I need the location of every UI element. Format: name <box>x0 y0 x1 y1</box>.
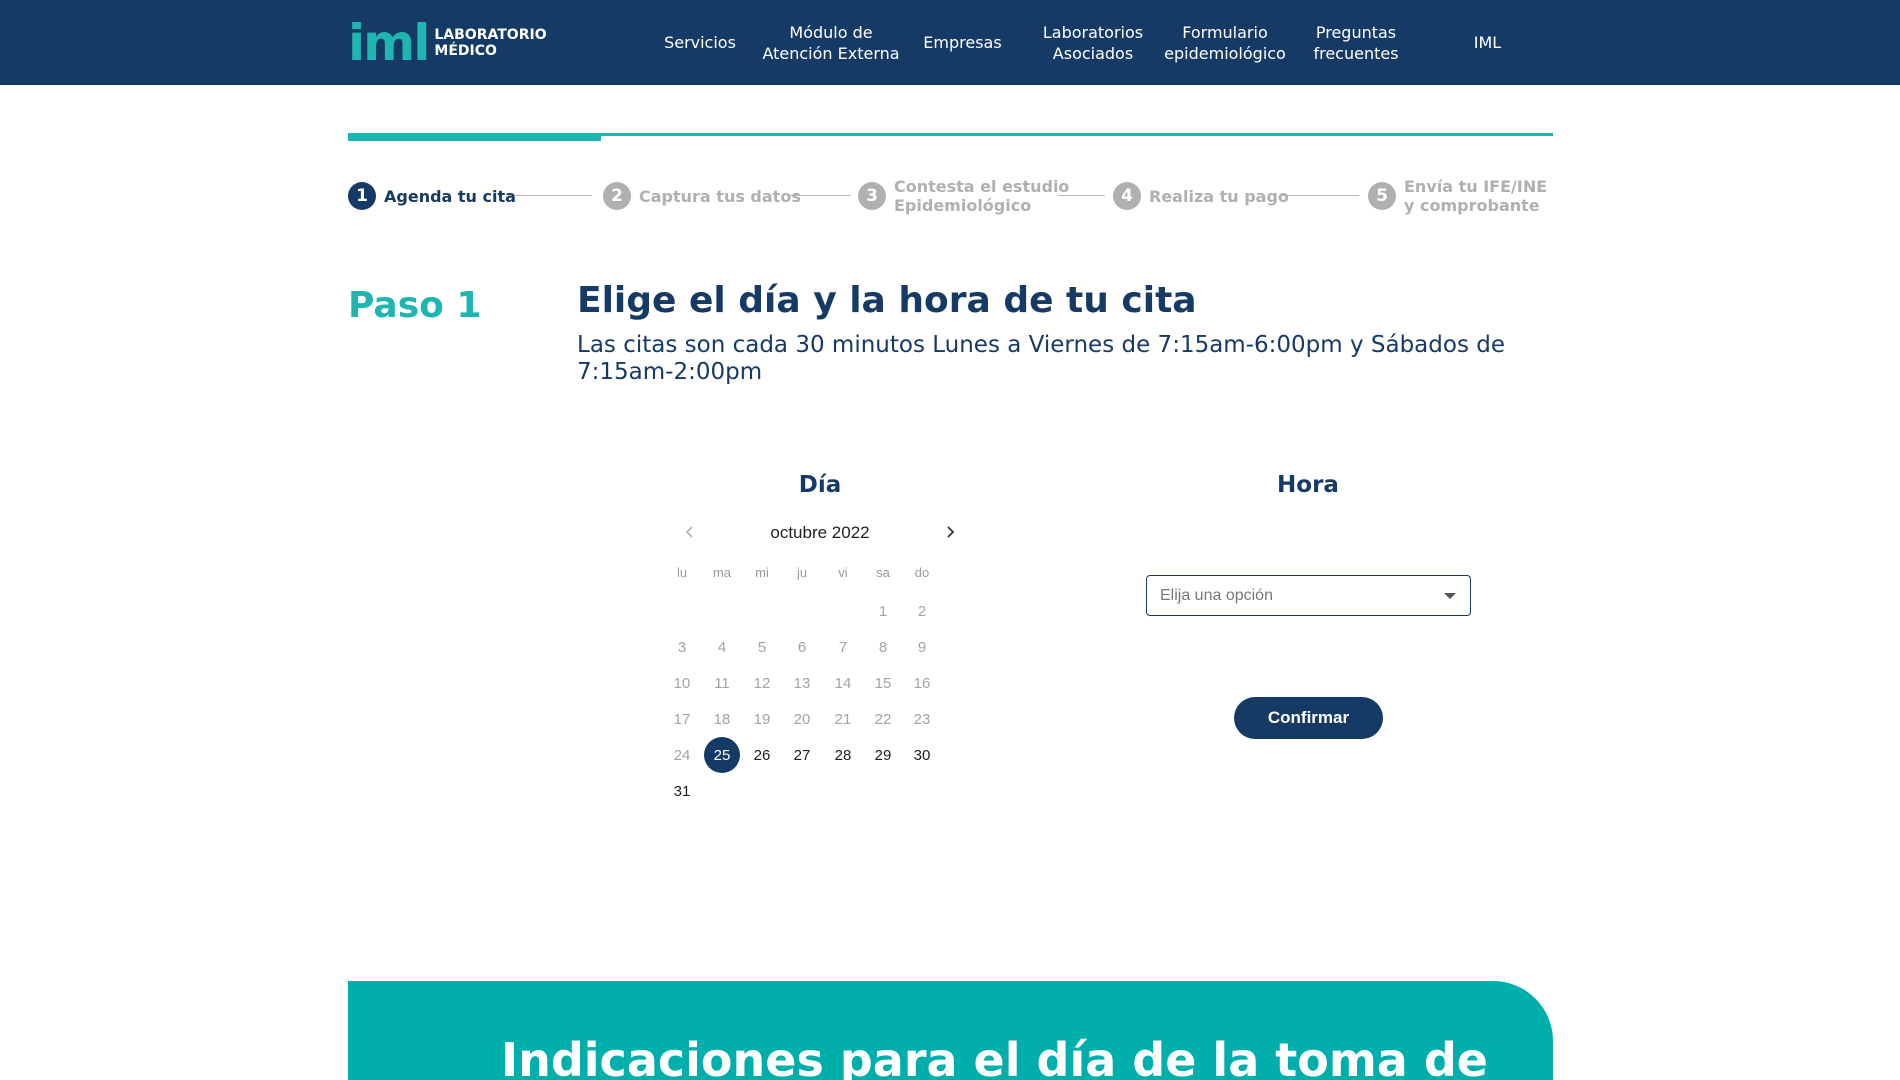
calendar-day: 4 <box>717 638 727 656</box>
weekday-label: ma <box>712 565 732 580</box>
step-label: Agenda tu cita <box>384 186 516 206</box>
calendar-day: 23 <box>913 710 931 728</box>
calendar-day[interactable]: 31 <box>664 773 700 809</box>
page-title: Elige el día y la hora de tu cita <box>577 280 1197 321</box>
schedule-description: Las citas son cada 30 minutos Lunes a Vi… <box>577 332 1505 385</box>
calendar-day: 16 <box>913 674 931 692</box>
weekday-label: vi <box>838 565 848 580</box>
calendar-day: 21 <box>834 710 852 728</box>
calendar-day: 2 <box>917 602 927 620</box>
calendar-next-button[interactable] <box>938 520 962 544</box>
calendar-day: 24 <box>673 746 691 764</box>
nav-modulo-atencion-externa[interactable]: Módulo de Atención Externa <box>760 0 902 85</box>
hour-select[interactable]: Elija una opción <box>1146 575 1471 616</box>
indicaciones-banner: Indicaciones para el día de la toma de <box>348 981 1553 1080</box>
hour-select-placeholder: Elija una opción <box>1160 586 1273 604</box>
weekday-label: mi <box>755 565 769 580</box>
top-navigation-bar: iml LABORATORIO MÉDICO Servicios Módulo … <box>0 0 1900 85</box>
nav-servicios-label: Servicios <box>664 33 736 52</box>
logo-mark: iml <box>348 13 430 72</box>
calendar-month-label: octubre 2022 <box>770 523 870 542</box>
confirm-button[interactable]: Confirmar <box>1234 697 1383 739</box>
step-1: 1 Agenda tu cita <box>348 177 516 215</box>
step-number: 3 <box>858 182 886 210</box>
step-5: 5 Envía tu IFE/INE y comprobante <box>1368 177 1547 215</box>
calendar-day[interactable]: 26 <box>744 737 780 773</box>
nav-formulario-label: Formulario epidemiológico <box>1164 22 1286 63</box>
calendar-day: 11 <box>714 674 730 692</box>
nav-formulario-epidemiologico[interactable]: Formulario epidemiológico <box>1160 0 1290 85</box>
iml-logo[interactable]: iml LABORATORIO MÉDICO <box>348 13 547 72</box>
chevron-right-icon <box>947 526 955 538</box>
chevron-left-icon <box>685 526 693 538</box>
weekday-label: sa <box>876 565 890 580</box>
step-label: Contesta el estudio Epidemiológico <box>894 177 1070 215</box>
nav-preguntas-label: Preguntas frecuentes <box>1313 22 1399 63</box>
step-number: 4 <box>1113 182 1141 210</box>
step-connector <box>508 195 592 196</box>
calendar-day: 6 <box>797 638 807 656</box>
step-3: 3 Contesta el estudio Epidemiológico <box>858 177 1069 215</box>
nav-iml-label: IML <box>1473 33 1502 52</box>
calendar-day: 9 <box>917 638 927 656</box>
calendar-day: 12 <box>753 674 771 692</box>
nav-empresas[interactable]: Empresas <box>915 0 1010 85</box>
calendar-day: 5 <box>757 638 767 656</box>
nav-laboratorios-asociados[interactable]: Laboratorios Asociados <box>1037 0 1149 85</box>
nav-modulo-label: Módulo de Atención Externa <box>762 22 900 63</box>
calendar-day: 8 <box>878 638 888 656</box>
step-number: 5 <box>1368 182 1396 210</box>
step-2: 2 Captura tus datos <box>603 177 801 215</box>
day-column-title: Día <box>798 472 842 498</box>
weekday-label: ju <box>796 565 808 580</box>
step-number: 1 <box>348 182 376 210</box>
nav-empresas-label: Empresas <box>923 33 1002 52</box>
indicaciones-title: Indicaciones para el día de la toma de <box>501 1033 1488 1080</box>
calendar-day: 7 <box>838 638 848 656</box>
calendar-day: 1 <box>878 602 888 620</box>
hour-column-title: Hora <box>1277 472 1339 498</box>
stepper: 1 Agenda tu cita 2 Captura tus datos 3 C… <box>348 177 1553 215</box>
calendar-day: 22 <box>874 710 892 728</box>
calendar-prev-button[interactable] <box>678 520 702 544</box>
nav-preguntas-frecuentes[interactable]: Preguntas frecuentes <box>1300 0 1412 85</box>
calendar-day[interactable]: 27 <box>784 737 820 773</box>
calendar-day: 3 <box>677 638 687 656</box>
calendar-day[interactable]: 30 <box>904 737 940 773</box>
nav-iml[interactable]: IML <box>1460 0 1515 85</box>
calendar-day-selected[interactable]: 25 <box>704 737 740 773</box>
logo-text-line2: MÉDICO <box>434 42 497 59</box>
calendar-day[interactable]: 28 <box>825 737 861 773</box>
calendar-day: 14 <box>834 674 852 692</box>
nav-laboratorios-label: Laboratorios Asociados <box>1042 22 1144 63</box>
weekday-label: do <box>914 565 930 580</box>
calendar-day: 17 <box>673 710 691 728</box>
step-label: Captura tus datos <box>639 186 801 206</box>
calendar-day: 10 <box>673 674 691 692</box>
step-number: 2 <box>603 182 631 210</box>
calendar-day: 20 <box>793 710 811 728</box>
weekday-label: lu <box>676 565 688 580</box>
step-connector <box>1282 195 1359 196</box>
calendar-day[interactable]: 29 <box>865 737 901 773</box>
step-4: 4 Realiza tu pago <box>1113 177 1289 215</box>
step-label: Realiza tu pago <box>1149 186 1289 206</box>
paso-label: Paso 1 <box>348 285 482 326</box>
calendar-day: 18 <box>713 710 731 728</box>
calendar-day: 19 <box>753 710 771 728</box>
step-label: Envía tu IFE/INE y comprobante <box>1404 177 1548 215</box>
calendar-day: 15 <box>874 674 892 692</box>
logo-text-line1: LABORATORIO <box>434 26 547 43</box>
caret-down-icon <box>1444 593 1456 599</box>
logo-text: LABORATORIO MÉDICO <box>434 27 546 59</box>
calendar-day: 13 <box>793 674 811 692</box>
progress-fill <box>348 133 602 141</box>
nav-servicios[interactable]: Servicios <box>655 0 745 85</box>
